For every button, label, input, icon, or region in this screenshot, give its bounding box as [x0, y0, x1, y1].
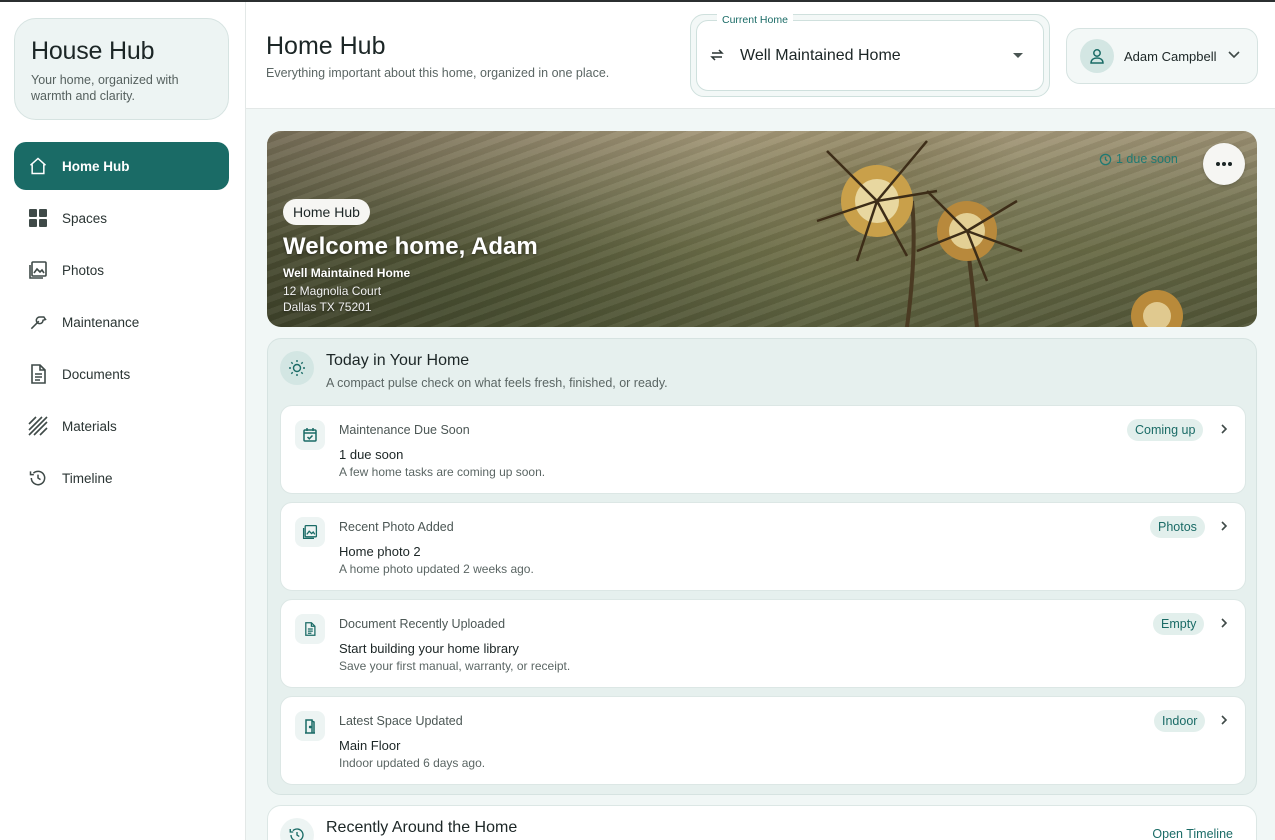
dropdown-caret-icon — [1013, 53, 1023, 58]
section-title: Recently Around the Home — [326, 819, 518, 836]
thistle-flowers-image — [816, 140, 1183, 327]
sidebar-item-label: Spaces — [62, 210, 108, 226]
sidebar-item-materials[interactable]: Materials — [14, 402, 229, 450]
grid-icon — [28, 208, 48, 228]
home-icon — [28, 156, 48, 176]
section-title: Today in Your Home — [326, 352, 470, 369]
card-kicker: Document Recently Uploaded — [339, 617, 506, 631]
avatar — [1080, 39, 1114, 73]
card-document-uploaded[interactable]: Document Recently Uploaded Start buildin… — [280, 599, 1246, 688]
clock-icon — [1099, 153, 1112, 165]
sidebar-item-label: Materials — [62, 418, 117, 434]
brand-subtitle: Your home, organized with warmth and cla… — [31, 73, 179, 103]
today-panel: Today in Your Home A compact pulse check… — [267, 338, 1257, 795]
door-icon — [295, 711, 325, 741]
wrench-icon — [28, 312, 48, 332]
user-menu-button[interactable]: Adam Campbell — [1066, 28, 1258, 84]
card-tag: Empty — [1153, 613, 1205, 635]
card-recent-photo[interactable]: Recent Photo Added Home photo 2 A home p… — [280, 502, 1246, 591]
card-title: 1 due soon — [339, 447, 404, 462]
sidebar-item-label: Documents — [62, 366, 131, 382]
chevron-right-icon — [1219, 616, 1229, 634]
chevron-right-icon — [1219, 713, 1229, 731]
page-header: Home Hub Everything important about this… — [246, 2, 1275, 109]
sidebar-item-label: Timeline — [62, 470, 113, 486]
card-description: Indoor updated 6 days ago. — [339, 756, 486, 770]
card-tag: Indoor — [1154, 710, 1206, 732]
document-icon — [28, 364, 48, 384]
sidebar-item-spaces[interactable]: Spaces — [14, 194, 229, 242]
recent-activity-panel: Recently Around the Home Open Timeline — [267, 805, 1257, 840]
sidebar-item-label: Maintenance — [62, 314, 140, 330]
welcome-hero: Home Hub Welcome home, Adam Well Maintai… — [267, 131, 1257, 327]
due-soon-indicator[interactable]: 1 due soon — [1099, 152, 1178, 166]
current-home-label: Current Home — [717, 14, 793, 26]
card-description: A few home tasks are coming up soon. — [339, 465, 546, 479]
hero-home-name: Well Maintained Home — [283, 266, 411, 280]
photo-icon — [28, 260, 48, 280]
photo-icon — [295, 517, 325, 547]
history-icon — [280, 818, 314, 840]
section-subtitle: A compact pulse check on what feels fres… — [326, 376, 668, 390]
hero-address-line1: 12 Magnolia Court — [283, 284, 382, 298]
card-kicker: Latest Space Updated — [339, 714, 463, 728]
user-name: Adam Campbell — [1124, 48, 1217, 64]
sidebar-item-timeline[interactable]: Timeline — [14, 454, 229, 502]
card-kicker: Recent Photo Added — [339, 520, 454, 534]
card-title: Main Floor — [339, 738, 401, 753]
brand-card: House Hub Your home, organized with warm… — [14, 18, 229, 120]
open-timeline-link[interactable]: Open Timeline — [1152, 827, 1233, 840]
chevron-down-icon — [1227, 47, 1241, 66]
card-tag: Photos — [1150, 516, 1205, 538]
main-content: Home Hub Welcome home, Adam Well Maintai… — [246, 109, 1275, 840]
sidebar-item-documents[interactable]: Documents — [14, 350, 229, 398]
swap-icon — [709, 47, 725, 68]
history-icon — [28, 468, 48, 488]
sidebar: House Hub Your home, organized with warm… — [0, 2, 246, 840]
sidebar-item-photos[interactable]: Photos — [14, 246, 229, 294]
card-kicker: Maintenance Due Soon — [339, 423, 470, 437]
sidebar-item-label: Photos — [62, 262, 105, 278]
current-home-select[interactable]: Current Home Well Maintained Home — [696, 14, 1044, 91]
brand-title: House Hub — [31, 37, 155, 65]
calendar-check-icon — [295, 420, 325, 450]
card-tag: Coming up — [1127, 419, 1204, 441]
sidebar-nav: Home Hub Spaces Photos Maintenance Docum… — [14, 142, 229, 506]
hatch-icon — [28, 416, 48, 436]
current-home-select-wrapper: Current Home Well Maintained Home — [690, 14, 1050, 97]
page-title: Home Hub — [266, 32, 386, 60]
sidebar-item-label: Home Hub — [62, 158, 130, 174]
card-latest-space[interactable]: Latest Space Updated Main Floor Indoor u… — [280, 696, 1246, 785]
chevron-right-icon — [1219, 422, 1229, 440]
sun-icon — [280, 351, 314, 385]
card-title: Start building your home library — [339, 641, 519, 656]
sidebar-item-maintenance[interactable]: Maintenance — [14, 298, 229, 346]
card-title: Home photo 2 — [339, 544, 421, 559]
card-maintenance-due-soon[interactable]: Maintenance Due Soon 1 due soon A few ho… — [280, 405, 1246, 494]
more-options-button[interactable] — [1203, 143, 1245, 185]
hero-title: Welcome home, Adam — [283, 233, 538, 260]
card-description: A home photo updated 2 weeks ago. — [339, 562, 534, 576]
more-horizontal-icon — [1216, 162, 1232, 166]
current-home-value: Well Maintained Home — [740, 47, 901, 64]
hero-address-line2: Dallas TX 75201 — [283, 300, 372, 314]
page-subtitle: Everything important about this home, or… — [266, 66, 610, 80]
sidebar-item-home-hub[interactable]: Home Hub — [14, 142, 229, 190]
card-description: Save your first manual, warranty, or rec… — [339, 659, 571, 673]
chevron-right-icon — [1219, 519, 1229, 537]
document-icon — [295, 614, 325, 644]
hero-badge: Home Hub — [283, 199, 370, 225]
due-soon-text: 1 due soon — [1116, 152, 1178, 166]
